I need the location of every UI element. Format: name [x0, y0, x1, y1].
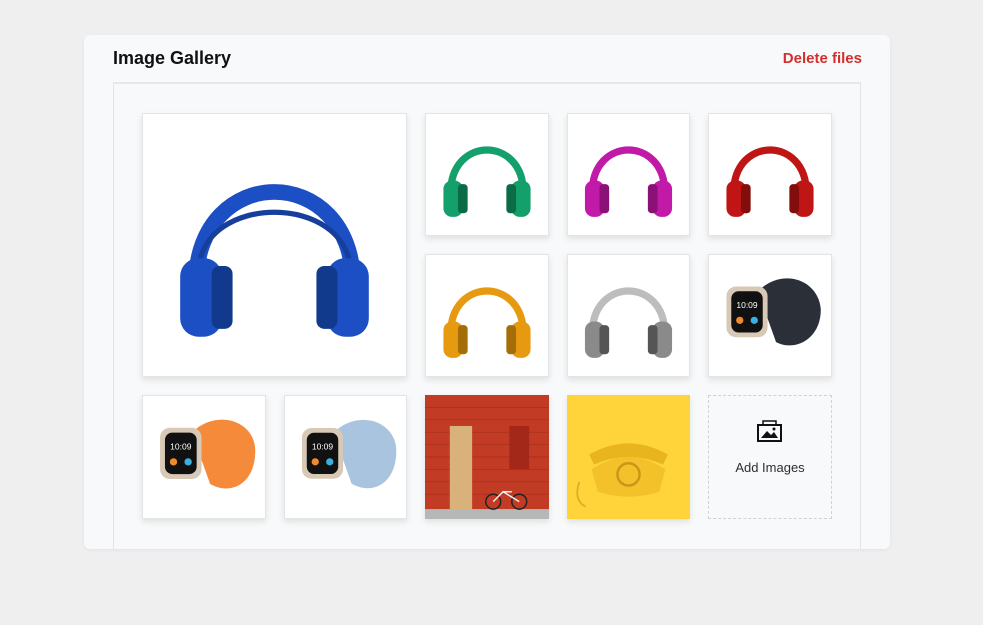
gallery-image-silver-headphones[interactable]: [567, 254, 690, 377]
gallery-card: Image Gallery Delete files 10:09 10:09 1…: [84, 35, 890, 549]
watch-time-label: 10:09: [736, 300, 757, 310]
gallery-image-green-headphones[interactable]: [425, 113, 549, 236]
add-images-label: Add Images: [735, 460, 805, 475]
add-images-button[interactable]: Add Images: [708, 395, 832, 519]
gallery-image-yellow-telephone-photo[interactable]: [567, 395, 690, 519]
gallery-image-light-blue-band-watch[interactable]: 10:09: [284, 395, 407, 519]
gallery-image-red-brick-wall-photo[interactable]: [425, 395, 549, 519]
gallery-image-orange-headphones[interactable]: [425, 254, 549, 377]
delete-files-button[interactable]: Delete files: [783, 50, 862, 67]
gallery-grid: 10:09 10:09 10:09 Add Images: [113, 84, 861, 549]
gallery-image-red-headphones[interactable]: [708, 113, 832, 236]
watch-time-label: 10:09: [170, 442, 192, 452]
gallery-image-magenta-headphones[interactable]: [567, 113, 690, 236]
gallery-image-blue-headphones[interactable]: [142, 113, 407, 377]
gallery-image-black-band-watch[interactable]: 10:09: [708, 254, 832, 377]
page-title: Image Gallery: [113, 48, 232, 68]
gallery-image-orange-band-watch[interactable]: 10:09: [142, 395, 266, 519]
image-add-icon: [757, 420, 782, 442]
watch-time-label: 10:09: [312, 442, 333, 452]
